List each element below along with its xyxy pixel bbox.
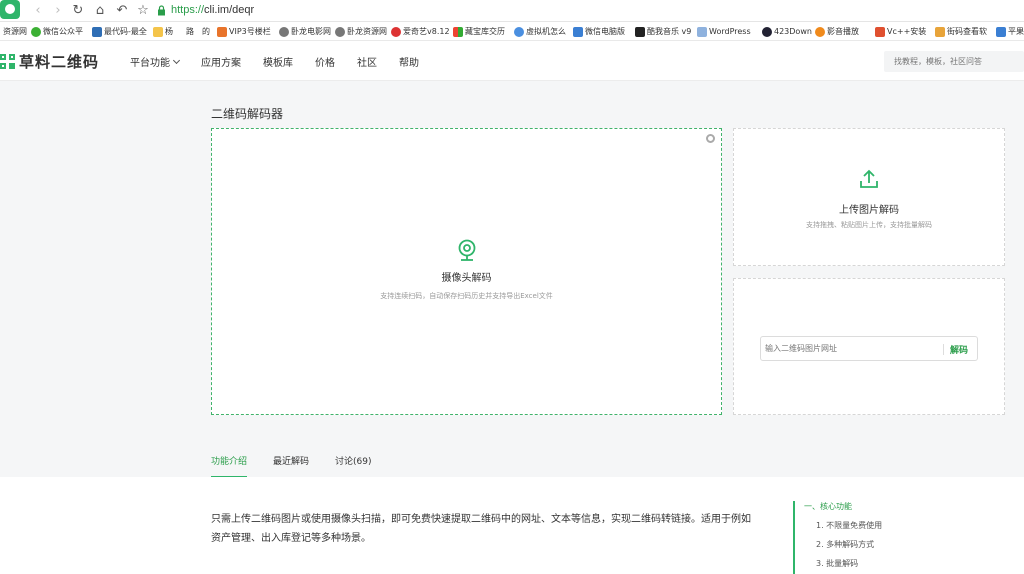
- brand-logo[interactable]: 草料二维码: [0, 51, 99, 72]
- bookmark-item[interactable]: 微信公众平: [31, 25, 83, 38]
- nav-help[interactable]: 帮助: [399, 54, 419, 69]
- url-protocol: https://: [171, 4, 205, 16]
- chevron-down-icon: [172, 56, 181, 64]
- nav-templates[interactable]: 模板库: [263, 54, 293, 69]
- url-decode-panel: 解码: [733, 278, 1005, 415]
- camera-decode-panel[interactable]: 摄像头解码 支持连续扫码，自动保存扫码历史并支持导出Excel文件: [211, 128, 722, 415]
- browser-toolbar: ‹ › ↻ ⌂ ↶ ☆ https://cli.im/deqr: [0, 0, 1024, 22]
- bookmark-item[interactable]: 酷我音乐 v9: [635, 25, 691, 38]
- site-header: 草料二维码 平台功能 应用方案 模板库 价格 社区 帮助: [0, 41, 1024, 81]
- address-bar[interactable]: https://cli.im/deqr: [171, 4, 254, 16]
- nav-platform[interactable]: 平台功能: [130, 54, 181, 69]
- page-title: 二维码解码器: [211, 107, 284, 121]
- back-icon[interactable]: ‹: [30, 3, 46, 19]
- intro-text: 只需上传二维码图片或使用摄像头扫描，即可免费快速提取二维码中的网址、文本等信息，…: [211, 514, 751, 544]
- site-search-input[interactable]: [884, 51, 1024, 72]
- url-path: cli.im/deqr: [204, 4, 255, 16]
- webcam-icon: [458, 239, 476, 261]
- bookmark-item[interactable]: 影音播放: [815, 25, 859, 38]
- nav-solutions[interactable]: 应用方案: [201, 54, 241, 69]
- image-url-input[interactable]: [765, 339, 935, 358]
- brand-name: 草料二维码: [19, 53, 100, 71]
- info-tabs: 功能介绍 最近解码 讨论(69): [211, 454, 398, 478]
- qr-logo-icon: [0, 53, 16, 70]
- upload-decode-title: 上传图片解码: [839, 205, 899, 216]
- decode-button[interactable]: 解码: [950, 343, 968, 356]
- bookmark-item[interactable]: 杨: [153, 25, 173, 38]
- bookmark-item[interactable]: 微信电脑版: [573, 25, 625, 38]
- tab-recent-decodes[interactable]: 最近解码: [273, 454, 309, 478]
- bookmark-item[interactable]: 平果8: [996, 25, 1024, 38]
- undo-icon[interactable]: ↶: [114, 3, 130, 19]
- bookmark-item[interactable]: 路: [186, 25, 194, 38]
- tab-features[interactable]: 功能介绍: [211, 454, 248, 478]
- bookmark-item[interactable]: 资源网: [3, 25, 27, 38]
- lock-icon: [158, 5, 165, 16]
- bookmark-item[interactable]: Vc++安装: [875, 25, 926, 38]
- nav-community[interactable]: 社区: [357, 54, 377, 69]
- table-of-contents: 一、核心功能 1. 不限量免费使用 2. 多种解码方式 3. 批量解码: [793, 501, 882, 574]
- forward-icon[interactable]: ›: [50, 3, 66, 19]
- bookmark-item[interactable]: 卧龙资源网: [335, 25, 387, 38]
- bookmark-item[interactable]: VIP3号楼栏: [217, 25, 271, 38]
- toc-item[interactable]: 3. 批量解码: [804, 558, 882, 574]
- upload-decode-panel[interactable]: 上传图片解码 支持拖拽、粘贴图片上传，支持批量解码: [733, 128, 1005, 266]
- bookmark-item[interactable]: 藏宝库交历: [453, 25, 505, 38]
- toc-item[interactable]: 1. 不限量免费使用: [804, 520, 882, 539]
- bookmark-item[interactable]: 423Down: [762, 25, 812, 38]
- star-icon[interactable]: ☆: [135, 3, 151, 19]
- nav-pricing[interactable]: 价格: [315, 54, 335, 69]
- camera-decode-desc: 支持连续扫码，自动保存扫码历史并支持导出Excel文件: [380, 292, 553, 300]
- home-icon[interactable]: ⌂: [92, 3, 108, 19]
- toc-heading[interactable]: 一、核心功能: [804, 501, 882, 520]
- content-area: 只需上传二维码图片或使用摄像头扫描，即可免费快速提取二维码中的网址、文本等信息，…: [0, 477, 1024, 574]
- bookmark-item[interactable]: 的: [202, 25, 210, 38]
- url-decode-box: 解码: [760, 336, 978, 361]
- bookmark-item[interactable]: 街码查看软: [935, 25, 987, 38]
- divider: [943, 344, 944, 355]
- bookmark-item[interactable]: 爱奇艺v8.12: [391, 25, 450, 38]
- reload-icon[interactable]: ↻: [70, 3, 86, 19]
- bookmark-item[interactable]: 卧龙电影网: [279, 25, 331, 38]
- bookmark-item[interactable]: WordPress: [697, 25, 751, 38]
- bookmark-item[interactable]: 最代码-最全: [92, 25, 147, 38]
- upload-decode-desc: 支持拖拽、粘贴图片上传，支持批量解码: [806, 221, 932, 229]
- tab-discussion[interactable]: 讨论(69): [335, 454, 371, 478]
- upload-icon: [860, 169, 878, 188]
- main-nav: 平台功能 应用方案 模板库 价格 社区 帮助: [130, 54, 441, 69]
- browser-app-icon[interactable]: [0, 0, 20, 19]
- camera-decode-title: 摄像头解码: [441, 273, 492, 284]
- toc-item[interactable]: 2. 多种解码方式: [804, 539, 882, 558]
- gear-icon[interactable]: [706, 134, 715, 143]
- bookmark-item[interactable]: 虚拟机怎么: [514, 25, 566, 38]
- bookmarks-bar: 资源网 微信公众平 最代码-最全 杨 路 的 VIP3号楼栏 卧龙电影网 卧龙资…: [0, 22, 1024, 41]
